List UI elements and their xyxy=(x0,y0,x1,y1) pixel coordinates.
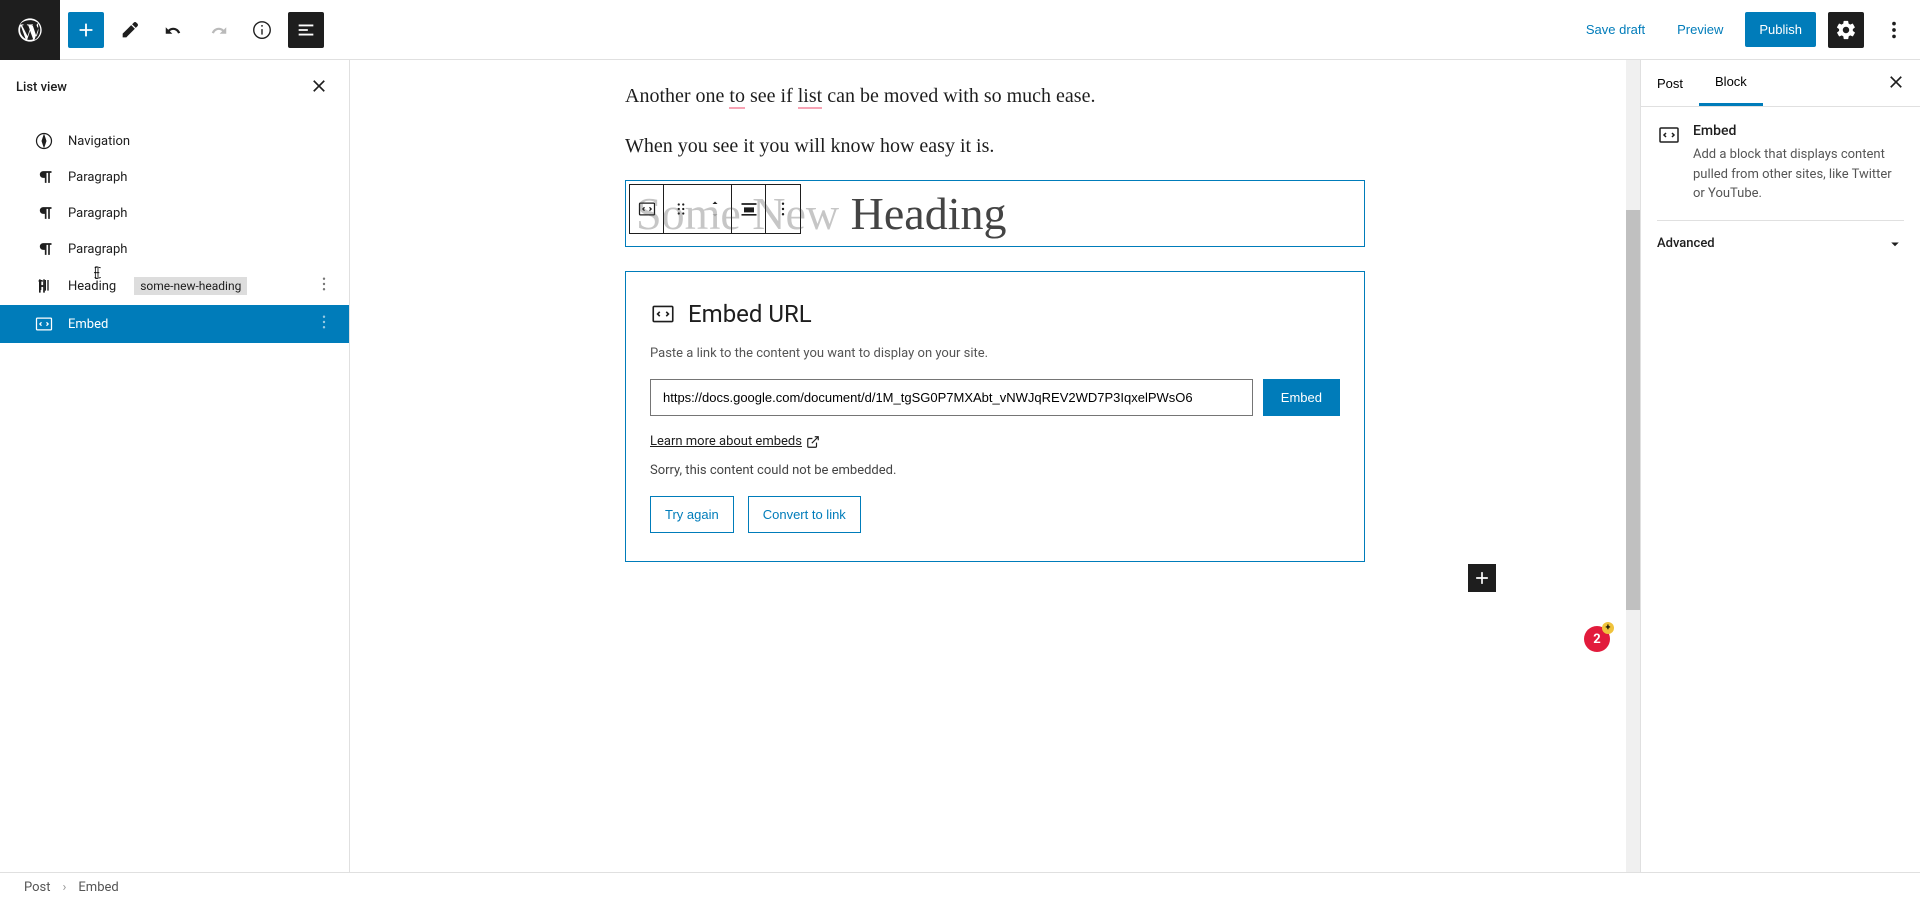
list-item-label: Paragraph xyxy=(68,242,127,257)
more-vertical-icon xyxy=(315,313,333,331)
paragraph-block[interactable]: Another one to see if list can be moved … xyxy=(625,80,1365,112)
top-toolbar: Save draft Preview Publish xyxy=(0,0,1920,60)
tab-block[interactable]: Block xyxy=(1699,60,1763,106)
gear-icon xyxy=(1835,19,1857,41)
breadcrumb-current[interactable]: Embed xyxy=(78,880,118,895)
list-item-paragraph[interactable]: Paragraph xyxy=(0,159,349,195)
settings-sidebar: Post Block Embed Add a block that displa… xyxy=(1640,60,1920,872)
add-block-button[interactable] xyxy=(68,12,104,48)
paragraph-block[interactable]: When you see it you will know how easy i… xyxy=(625,130,1365,162)
heading-anchor-tag: some-new-heading xyxy=(134,277,247,295)
paragraph-icon xyxy=(34,203,54,223)
preview-button[interactable]: Preview xyxy=(1667,16,1733,43)
embed-block[interactable]: Embed URL Paste a link to the content yo… xyxy=(625,271,1365,562)
block-description: Add a block that displays content pulled… xyxy=(1693,145,1904,204)
close-icon xyxy=(1886,72,1906,92)
breadcrumb: Post › Embed xyxy=(0,872,1920,902)
list-view-panel: List view Navigation Paragraph Paragraph… xyxy=(0,60,350,872)
inline-add-block-button[interactable] xyxy=(1468,564,1496,592)
embed-description: Paste a link to the content you want to … xyxy=(650,346,1340,361)
list-item-more-button[interactable] xyxy=(315,313,333,335)
list-item-label: Paragraph xyxy=(68,206,127,221)
info-icon xyxy=(251,19,273,41)
publish-button[interactable]: Publish xyxy=(1745,12,1816,47)
embed-submit-button[interactable]: Embed xyxy=(1263,379,1340,416)
advanced-section[interactable]: Advanced xyxy=(1657,220,1904,253)
paragraph-icon xyxy=(34,167,54,187)
list-view-close-button[interactable] xyxy=(305,72,333,103)
list-item-label: Navigation xyxy=(68,134,130,149)
list-view-items: Navigation Paragraph Paragraph Paragraph… xyxy=(0,115,349,351)
close-icon xyxy=(309,76,329,96)
undo-button[interactable] xyxy=(156,12,192,48)
more-vertical-icon xyxy=(315,275,333,293)
list-item-label: Embed xyxy=(68,317,108,332)
spellcheck-underline: to xyxy=(729,85,745,109)
tab-post[interactable]: Post xyxy=(1641,60,1699,106)
editor-canvas: Another one to see if list can be moved … xyxy=(350,60,1640,872)
list-view-title: List view xyxy=(16,80,67,95)
block-info: Embed Add a block that displays content … xyxy=(1657,123,1904,204)
embed-icon xyxy=(650,301,676,327)
advanced-label: Advanced xyxy=(1657,236,1715,251)
scrollbar[interactable] xyxy=(1626,60,1640,872)
plus-icon xyxy=(1472,568,1492,588)
embed-icon xyxy=(1657,123,1681,204)
heading-text[interactable]: Some New Heading xyxy=(636,187,1354,240)
pencil-icon xyxy=(119,19,141,41)
embed-icon xyxy=(34,314,54,334)
spellcheck-underline: list xyxy=(798,85,822,109)
list-item-embed[interactable]: Embed xyxy=(0,305,349,343)
list-item-paragraph[interactable]: Paragraph xyxy=(0,195,349,231)
wordpress-logo[interactable] xyxy=(0,0,60,60)
more-options-button[interactable] xyxy=(1876,12,1912,48)
embed-url-input[interactable] xyxy=(650,379,1253,416)
settings-close-button[interactable] xyxy=(1872,60,1920,106)
list-item-label: Paragraph xyxy=(68,170,127,185)
list-item-label: Heading xyxy=(68,279,116,294)
paragraph-icon xyxy=(34,239,54,259)
list-item-navigation[interactable]: Navigation xyxy=(0,123,349,159)
edit-button[interactable] xyxy=(112,12,148,48)
list-item-heading[interactable]: Heading some-new-heading xyxy=(0,267,349,305)
list-item-paragraph[interactable]: Paragraph xyxy=(0,231,349,267)
list-view-toggle[interactable] xyxy=(288,12,324,48)
embed-title: Embed URL xyxy=(688,300,812,328)
notification-badge[interactable]: 2 + xyxy=(1584,626,1610,652)
list-item-more-button[interactable] xyxy=(315,275,333,297)
heading-block[interactable]: Some New Heading xyxy=(625,180,1365,247)
redo-button[interactable] xyxy=(200,12,236,48)
badge-plus-icon: + xyxy=(1602,622,1614,634)
info-button[interactable] xyxy=(244,12,280,48)
breadcrumb-separator: › xyxy=(63,880,67,895)
convert-to-link-button[interactable]: Convert to link xyxy=(748,496,861,533)
embed-error-text: Sorry, this content could not be embedde… xyxy=(650,463,1340,478)
list-view-icon xyxy=(295,19,317,41)
heading-icon xyxy=(34,276,54,296)
external-link-icon xyxy=(806,435,820,449)
embed-learn-more-link[interactable]: Learn more about embeds xyxy=(650,434,820,449)
settings-tabs: Post Block xyxy=(1641,60,1920,107)
block-name: Embed xyxy=(1693,123,1904,139)
redo-icon xyxy=(207,19,229,41)
more-vertical-icon xyxy=(1883,19,1905,41)
undo-icon xyxy=(163,19,185,41)
scrollbar-thumb[interactable] xyxy=(1626,210,1640,610)
settings-toggle[interactable] xyxy=(1828,12,1864,48)
breadcrumb-root[interactable]: Post xyxy=(24,880,51,895)
wordpress-icon xyxy=(16,16,44,44)
plus-icon xyxy=(75,19,97,41)
try-again-button[interactable]: Try again xyxy=(650,496,734,533)
chevron-down-icon xyxy=(1886,235,1904,253)
save-draft-button[interactable]: Save draft xyxy=(1576,16,1655,43)
navigation-icon xyxy=(34,131,54,151)
